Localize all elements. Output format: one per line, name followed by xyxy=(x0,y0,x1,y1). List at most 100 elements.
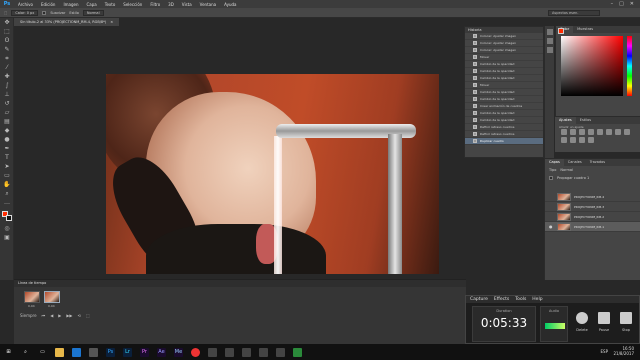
canvas-area[interactable] xyxy=(14,26,464,274)
menu-ventana[interactable]: Ventana xyxy=(196,2,220,7)
tab-adjustments[interactable]: Ajustes xyxy=(555,117,576,124)
feather-field[interactable]: Calar: 0 px xyxy=(11,9,39,16)
history-item-active[interactable]: Duplicar cuadro xyxy=(465,138,543,145)
edge-icon[interactable] xyxy=(72,347,81,357)
history-item[interactable]: Cambio de la opacidad xyxy=(465,89,543,96)
dodge-tool-icon[interactable]: ● xyxy=(3,136,11,144)
history-item[interactable]: Mover xyxy=(465,54,543,61)
file-explorer-icon[interactable] xyxy=(55,347,64,357)
menu-archivo[interactable]: Archivo xyxy=(14,2,37,7)
healing-tool-icon[interactable]: ✚ xyxy=(3,73,11,81)
antialias-checkbox[interactable] xyxy=(42,10,47,15)
stamp-tool-icon[interactable]: ⊥ xyxy=(3,91,11,99)
menu-vista[interactable]: Vista xyxy=(178,2,196,7)
move-tool-icon[interactable]: ✥ xyxy=(3,19,11,27)
menu-filtro[interactable]: Filtro xyxy=(146,2,164,7)
history-item[interactable]: Cambio de la opacidad xyxy=(465,110,543,117)
menu-texto[interactable]: Texto xyxy=(101,2,120,7)
marquee-tool-icon[interactable]: ⬚ xyxy=(4,11,7,15)
timeline-frame-1[interactable] xyxy=(24,291,40,303)
frame-delay-1[interactable]: 0,04 xyxy=(28,304,35,308)
history-item[interactable]: Cambio de la opacidad xyxy=(465,68,543,75)
document-canvas-image[interactable] xyxy=(106,74,439,274)
frame-delay-2[interactable]: 0,04 xyxy=(48,304,55,308)
tab-layers[interactable]: Capas xyxy=(545,159,564,166)
app-icon[interactable] xyxy=(242,347,251,357)
more-tools-icon[interactable]: … xyxy=(3,199,11,207)
history-item[interactable]: Definir retraso cuadros xyxy=(465,124,543,131)
vibrance-icon[interactable] xyxy=(597,129,603,135)
gradient-tool-icon[interactable]: ▤ xyxy=(3,118,11,126)
menu-capa[interactable]: Capa xyxy=(83,2,101,7)
tween-icon[interactable]: ⟲ xyxy=(78,313,81,318)
tab-styles[interactable]: Estilos xyxy=(576,117,595,124)
next-frame-icon[interactable]: ▶▶ xyxy=(66,313,72,318)
screen-mode-icon[interactable]: ▣ xyxy=(3,234,11,242)
history-item[interactable]: Cambio de la opacidad xyxy=(465,96,543,103)
hue-slider[interactable] xyxy=(627,36,632,96)
layer-row-active[interactable]: ● PROJECTIONM_RM-1 xyxy=(545,222,640,232)
eye-icon[interactable]: ● xyxy=(549,224,554,229)
menu-help[interactable]: Help xyxy=(532,297,542,302)
brightness-icon[interactable] xyxy=(561,129,567,135)
menu-seleccion[interactable]: Selección xyxy=(119,2,146,7)
close-tab-button[interactable]: × xyxy=(110,20,113,24)
store-icon[interactable] xyxy=(89,347,98,357)
lasso-tool-icon[interactable]: ʘ xyxy=(3,37,11,45)
levels-icon[interactable] xyxy=(570,129,576,135)
marquee-tool-icon[interactable]: ⬚ xyxy=(3,28,11,36)
black-white-icon[interactable] xyxy=(624,129,630,135)
layer-row[interactable]: PROJECTIONM_RM-3 xyxy=(545,202,640,212)
layer-row[interactable]: PROJECTIONM_RM-2 xyxy=(545,212,640,222)
pause-recording-button[interactable]: Pause xyxy=(596,306,612,342)
properties-panel-icon[interactable] xyxy=(547,38,553,44)
type-tool-icon[interactable]: T xyxy=(3,154,11,162)
history-panel-icon[interactable] xyxy=(547,29,553,35)
previous-frame-icon[interactable]: ◀ xyxy=(50,313,53,318)
zoom-tool-icon[interactable]: ⌕ xyxy=(3,190,11,198)
history-item[interactable]: Cambio de la opacidad xyxy=(465,117,543,124)
quick-select-tool-icon[interactable]: ✎ xyxy=(3,46,11,54)
propagate-checkbox[interactable] xyxy=(549,176,553,180)
layer-row[interactable]: PROJECTIONM_RM-4 xyxy=(545,192,640,202)
after-effects-icon[interactable]: Ae xyxy=(157,347,166,357)
timeline-frame-2[interactable] xyxy=(44,291,60,303)
system-clock[interactable]: 16:50 21/8/2017 xyxy=(613,346,634,356)
lightroom-icon[interactable]: Lr xyxy=(123,347,132,357)
curves-icon[interactable] xyxy=(579,129,585,135)
hand-tool-icon[interactable]: ✋ xyxy=(3,181,11,189)
blend-mode-select[interactable]: Normal xyxy=(560,168,573,172)
history-item[interactable]: Cambio de la opacidad xyxy=(465,75,543,82)
menu-3d[interactable]: 3D xyxy=(164,2,178,7)
pen-tool-icon[interactable]: ✒ xyxy=(3,145,11,153)
app-icon[interactable] xyxy=(225,347,234,357)
history-item[interactable]: Colocar: Ajustar imagen xyxy=(465,47,543,54)
close-window-button[interactable]: ✕ xyxy=(630,1,634,7)
photo-filter-icon[interactable] xyxy=(561,137,567,143)
background-color[interactable] xyxy=(6,215,12,221)
history-item[interactable]: Colocar: Ajustar imagen xyxy=(465,33,543,40)
document-tab[interactable]: Sin título-2 al 33% (PROJECTIONM_RM-4, R… xyxy=(14,18,120,26)
history-item[interactable]: Mover xyxy=(465,82,543,89)
foreground-swatch[interactable] xyxy=(558,28,564,34)
stop-recording-button[interactable]: Stop xyxy=(618,306,634,342)
menu-edicion[interactable]: Edición xyxy=(37,2,59,7)
brush-tool-icon[interactable]: ∫ xyxy=(3,82,11,90)
history-item[interactable]: Definir retraso cuadros xyxy=(465,131,543,138)
menu-tools[interactable]: Tools xyxy=(515,297,526,302)
tab-swatches[interactable]: Muestras xyxy=(573,26,597,33)
history-brush-tool-icon[interactable]: ↺ xyxy=(3,100,11,108)
history-item[interactable]: Crear animación de cuadros xyxy=(465,103,543,110)
chrome-icon[interactable] xyxy=(191,347,200,357)
path-select-tool-icon[interactable]: ➤ xyxy=(3,163,11,171)
exposure-icon[interactable] xyxy=(588,129,594,135)
blur-tool-icon[interactable]: ◆ xyxy=(3,127,11,135)
loop-select[interactable]: Siempre xyxy=(20,313,37,318)
minimize-button[interactable]: – xyxy=(611,1,614,7)
first-frame-icon[interactable]: ⏮ xyxy=(42,313,46,318)
photoshop-icon[interactable]: Ps xyxy=(106,347,115,357)
color-lookup-icon[interactable] xyxy=(579,137,585,143)
color-balance-icon[interactable] xyxy=(615,129,621,135)
eraser-tool-icon[interactable]: ▱ xyxy=(3,109,11,117)
quick-mask-icon[interactable]: ◎ xyxy=(3,225,11,233)
